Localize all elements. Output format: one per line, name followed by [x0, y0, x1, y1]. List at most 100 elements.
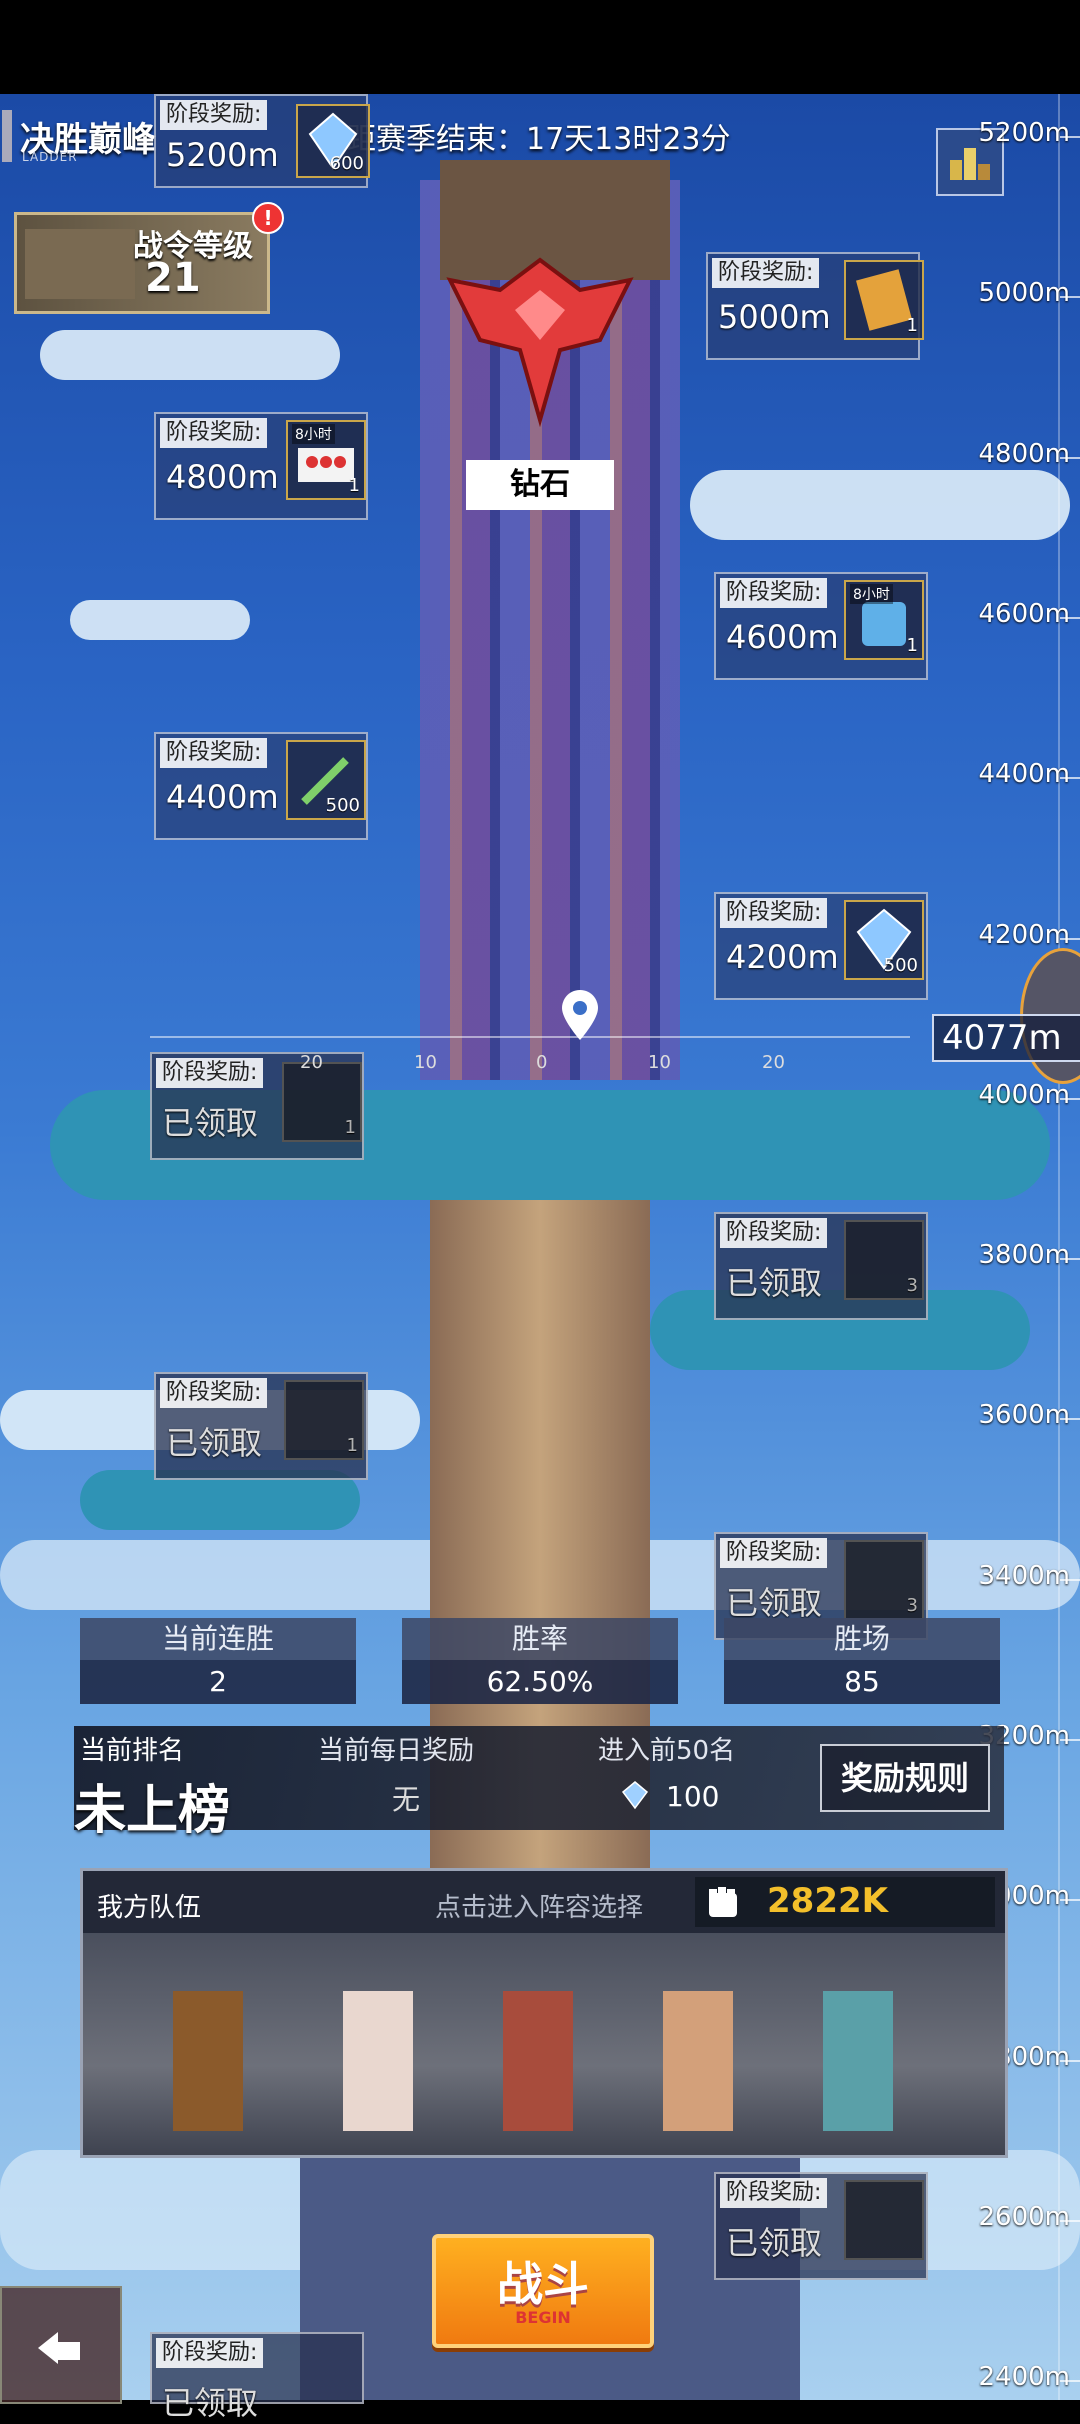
team-panel[interactable]: 我方队伍 点击进入阵容选择 2822K [80, 1868, 1008, 2158]
reward-status: 已领取 [162, 2384, 259, 2422]
slider-tick: 20 [762, 1052, 785, 1073]
reward-height: 5200m [166, 136, 279, 174]
reward-rules-button[interactable]: 奖励规则 [820, 1744, 990, 1812]
page-subtitle: LADDER [22, 150, 78, 164]
title-accent [2, 110, 12, 162]
reward-card-claimed[interactable]: 阶段奖励: 已领取 [150, 2332, 364, 2422]
ruler-tick [1060, 1418, 1080, 1421]
reward-card[interactable]: 阶段奖励: 4400m 500 [154, 732, 368, 840]
battle-pass-button[interactable]: 战令等级 21 [14, 212, 270, 314]
fight-sublabel: BEGIN [515, 2308, 571, 2327]
reward-qty: 1 [906, 635, 918, 656]
cloud [690, 470, 1070, 540]
ruler-label: 4800m [978, 438, 1071, 469]
back-button[interactable] [0, 2286, 122, 2404]
crystal-icon: 500 [844, 900, 924, 980]
reward-card-claimed[interactable]: 阶段奖励: 已领取 1 [150, 1052, 364, 1160]
current-height: 4077m [932, 1014, 1080, 1062]
fight-label: 战斗 [497, 2257, 589, 2311]
mystery-icon [844, 2180, 924, 2260]
hero-3 [503, 1991, 573, 2131]
ruler-label: 2600m [978, 2201, 1071, 2232]
stat-wins: 胜场 85 [724, 1618, 1000, 1704]
ruler-label: 2400m [978, 2362, 1071, 2393]
team-lineup[interactable] [83, 1933, 1005, 2155]
cloud [40, 330, 340, 380]
reward-card[interactable]: 阶段奖励: 5200m 600 [154, 94, 370, 188]
reward-header: 阶段奖励: [160, 738, 268, 768]
reward-height: 5000m [718, 298, 831, 336]
ruler-label: 5000m [978, 278, 1071, 309]
ruler-tick [1060, 2219, 1080, 2222]
stat-streak: 当前连胜 2 [80, 1618, 356, 1704]
reward-header: 阶段奖励: [712, 258, 820, 288]
ticket-icon: 3 [844, 1540, 924, 1620]
slider-tick: 10 [414, 1052, 437, 1073]
ruler-tick [1060, 296, 1080, 299]
cloud [70, 600, 250, 640]
reward-header: 阶段奖励: [160, 418, 268, 448]
reward-card-claimed[interactable]: 阶段奖励: 已领取 3 [714, 1212, 928, 1320]
ranking-panel: 当前排名 未上榜 当前每日奖励 无 进入前50名 100 奖励规则 [74, 1726, 1004, 1841]
reward-card-claimed[interactable]: 阶段奖励: 已领取 [714, 2172, 928, 2280]
ruler-tick [1060, 777, 1080, 780]
diamond-league-emblem-icon [446, 257, 634, 428]
hero-2 [343, 1991, 413, 2131]
reward-height: 4200m [726, 938, 839, 976]
ruler-tick [1060, 1739, 1080, 1741]
supply-tank-icon: 8小时 1 [844, 580, 924, 660]
status-bar [0, 0, 1080, 94]
reward-height: 4600m [726, 618, 839, 656]
reward-header: 阶段奖励: [160, 1378, 268, 1408]
fight-button[interactable]: 战斗 BEGIN [432, 2234, 654, 2348]
ruler-label: 4600m [978, 598, 1071, 629]
top50-reward: 100 [666, 1780, 720, 1813]
ruler-tick [1060, 2059, 1080, 2062]
reward-header: 阶段奖励: [156, 2338, 264, 2368]
reward-header: 阶段奖励: [720, 578, 828, 608]
card-icon: 1 [282, 1062, 362, 1142]
reward-qty: 1 [348, 475, 360, 496]
ruler-label: 3800m [978, 1240, 1071, 1271]
reward-header: 阶段奖励: [720, 2178, 828, 2208]
crystal-icon [621, 1781, 649, 1810]
league-name: 钻石 [466, 460, 614, 510]
card-icon: 1 [844, 260, 924, 340]
stats-panel: 当前连胜 2 胜率 62.50% 胜场 85 [80, 1618, 1000, 1704]
stat-label: 胜率 [402, 1618, 678, 1660]
reward-status: 已领取 [162, 1104, 259, 1142]
ruler-tick [1060, 2380, 1080, 2383]
slider-tick: 0 [536, 1052, 548, 1073]
daily-reward-value: 无 [392, 1783, 421, 1816]
reward-card[interactable]: 阶段奖励: 4600m 8小时 1 [714, 572, 928, 680]
top50-label: 进入前50名 [598, 1736, 736, 1766]
season-countdown: 距赛季结束：17天13时23分 [346, 122, 731, 157]
reward-card[interactable]: 阶段奖励: 5000m 1 [706, 252, 924, 360]
return-arrow-icon [38, 2332, 80, 2364]
reward-height: 4800m [166, 458, 279, 496]
notification-badge: ! [252, 202, 284, 234]
location-pin-icon [562, 990, 598, 1040]
reward-header: 阶段奖励: [720, 1538, 828, 1568]
team-header: 我方队伍 点击进入阵容选择 2822K [83, 1871, 1005, 1933]
reward-card[interactable]: 阶段奖励: 4800m 8小时 1 [154, 412, 368, 520]
ruler-tick [1060, 456, 1080, 459]
reward-card[interactable]: 阶段奖励: 4200m 500 [714, 892, 928, 1000]
scroll-icon: 3 [844, 1220, 924, 1300]
ruler-label: 4200m [978, 919, 1071, 950]
team-title: 我方队伍 [97, 1893, 202, 1923]
team-hint: 点击进入阵容选择 [435, 1893, 644, 1923]
stat-value: 2 [80, 1660, 356, 1704]
reward-header: 阶段奖励: [160, 100, 268, 130]
reward-header: 阶段奖励: [720, 898, 828, 928]
reward-height: 4400m [166, 778, 279, 816]
reward-card-claimed[interactable]: 阶段奖励: 已领取 1 [154, 1372, 368, 1480]
hero-4 [663, 1991, 733, 2131]
reward-header: 阶段奖励: [720, 1218, 828, 1248]
ruler-label: 5200m [978, 118, 1071, 148]
syringe-icon: 500 [286, 740, 366, 820]
reward-tag: 8小时 [850, 584, 893, 604]
current-rank-label: 当前排名 [80, 1736, 185, 1766]
reward-qty: 1 [344, 1117, 356, 1138]
reward-qty: 600 [329, 153, 364, 174]
